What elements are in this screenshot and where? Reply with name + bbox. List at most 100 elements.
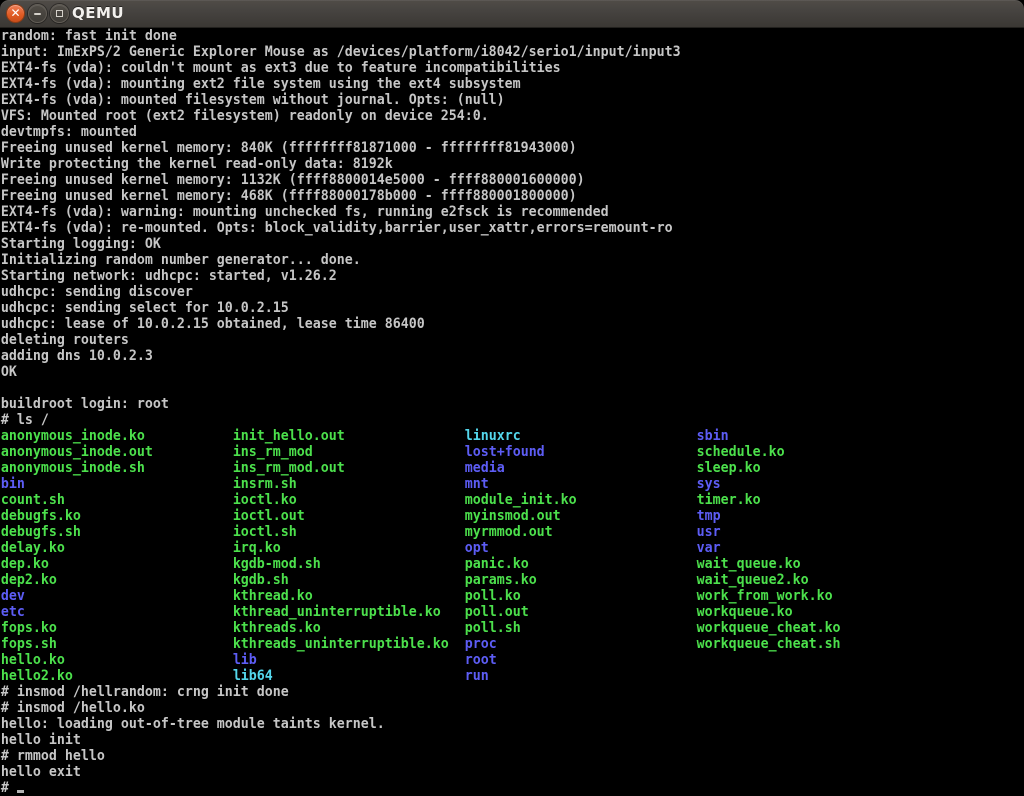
- ls-entry: mnt: [465, 475, 697, 492]
- terminal-line: # insmod /hello.ko: [1, 699, 145, 716]
- terminal-line: hello init: [1, 731, 81, 748]
- ls-entry: workqueue_cheat.ko: [697, 619, 841, 636]
- ls-entry: init_hello.out: [233, 427, 465, 444]
- ls-entry: kthread_uninterruptible.ko: [233, 603, 465, 620]
- minimize-icon: [34, 13, 41, 15]
- terminal-line: EXT4-fs (vda): mounted filesystem withou…: [1, 91, 505, 108]
- ls-entry: fops.ko: [1, 619, 233, 636]
- maximize-icon: [56, 10, 63, 17]
- ls-entry: lib64: [233, 667, 465, 684]
- terminal-line: Starting logging: OK: [1, 235, 161, 252]
- close-button[interactable]: ✕: [6, 4, 25, 23]
- terminal-line: hello exit: [1, 763, 81, 780]
- ls-entry: run: [465, 667, 489, 684]
- ls-entry: dep2.ko: [1, 571, 233, 588]
- ls-entry: ioctl.ko: [233, 491, 465, 508]
- terminal-line: hello: loading out-of-tree module taints…: [1, 715, 385, 732]
- ls-entry: poll.out: [465, 603, 697, 620]
- ls-entry: opt: [465, 539, 697, 556]
- ls-entry: kgdb-mod.sh: [233, 555, 465, 572]
- terminal-line: devtmpfs: mounted: [1, 123, 137, 140]
- ls-entry: ioctl.sh: [233, 523, 465, 540]
- ls-entry: linuxrc: [465, 427, 697, 444]
- terminal-line: OK: [1, 363, 17, 380]
- window-title: QEMU: [72, 0, 124, 28]
- ls-entry: insrm.sh: [233, 475, 465, 492]
- ls-entry: irq.ko: [233, 539, 465, 556]
- terminal-line: Freeing unused kernel memory: 1132K (fff…: [1, 171, 585, 188]
- ls-entry: bin: [1, 475, 233, 492]
- ls-entry: work_from_work.ko: [697, 587, 833, 604]
- ls-entry: hello.ko: [1, 651, 233, 668]
- ls-entry: lost+found: [465, 443, 697, 460]
- terminal-line: EXT4-fs (vda): mounting ext2 file system…: [1, 75, 521, 92]
- terminal-line: # ls /: [1, 411, 49, 428]
- ls-entry: var: [697, 539, 721, 556]
- terminal-line: EXT4-fs (vda): re-mounted. Opts: block_v…: [1, 219, 673, 236]
- ls-entry: anonymous_inode.ko: [1, 427, 233, 444]
- minimize-button[interactable]: [28, 4, 47, 23]
- ls-entry: media: [465, 459, 697, 476]
- terminal-line: random: fast init done: [1, 27, 177, 44]
- terminal-line: input: ImExPS/2 Generic Explorer Mouse a…: [1, 43, 681, 60]
- terminal-line: EXT4-fs (vda): couldn't mount as ext3 du…: [1, 59, 561, 76]
- ls-entry: ioctl.out: [233, 507, 465, 524]
- ls-entry: fops.sh: [1, 635, 233, 652]
- ls-entry: kthread.ko: [233, 587, 465, 604]
- ls-entry: etc: [1, 603, 233, 620]
- terminal-line: Write protecting the kernel read-only da…: [1, 155, 393, 172]
- ls-entry: timer.ko: [697, 491, 761, 508]
- ls-entry: kgdb.sh: [233, 571, 465, 588]
- ls-entry: ins_rm_mod.out: [233, 459, 465, 476]
- ls-entry: myrmmod.out: [465, 523, 697, 540]
- terminal-output: random: fast init done input: ImExPS/2 G…: [0, 28, 932, 796]
- terminal-line: udhcpc: lease of 10.0.2.15 obtained, lea…: [1, 315, 425, 332]
- terminal-line: # rmmod hello: [1, 747, 105, 764]
- ls-entry: ins_rm_mod: [233, 443, 465, 460]
- terminal-line: Starting network: udhcpc: started, v1.26…: [1, 267, 337, 284]
- ls-entry: hello2.ko: [1, 667, 233, 684]
- terminal-line: udhcpc: sending discover: [1, 283, 193, 300]
- terminal-line: deleting routers: [1, 331, 129, 348]
- ls-entry: sbin: [697, 427, 729, 444]
- maximize-button[interactable]: [50, 4, 69, 23]
- close-icon: ✕: [7, 5, 24, 22]
- ls-entry: panic.ko: [465, 555, 697, 572]
- terminal-line: buildroot login: root: [1, 395, 169, 412]
- ls-entry: schedule.ko: [697, 443, 785, 460]
- qemu-window: ✕ QEMU random: fast init done input: ImE…: [0, 0, 1024, 796]
- ls-entry: proc: [465, 635, 697, 652]
- ls-entry: module_init.ko: [465, 491, 697, 508]
- ls-entry: sys: [697, 475, 721, 492]
- titlebar[interactable]: ✕ QEMU: [0, 0, 1024, 28]
- ls-entry: wait_queue2.ko: [697, 571, 809, 588]
- terminal-line: Freeing unused kernel memory: 840K (ffff…: [1, 139, 577, 156]
- ls-entry: delay.ko: [1, 539, 233, 556]
- ls-entry: myinsmod.out: [465, 507, 697, 524]
- ls-entry: root: [465, 651, 497, 668]
- ls-entry: count.sh: [1, 491, 233, 508]
- terminal-cursor: [17, 790, 24, 793]
- ls-entry: dep.ko: [1, 555, 233, 572]
- ls-entry: anonymous_inode.out: [1, 443, 233, 460]
- terminal-line: VFS: Mounted root (ext2 filesystem) read…: [1, 107, 489, 124]
- shell-prompt: #: [1, 779, 17, 796]
- terminal-line: # insmod /hellrandom: crng init done: [1, 683, 289, 700]
- ls-entry: sleep.ko: [697, 459, 761, 476]
- ls-entry: kthreads_uninterruptible.ko: [233, 635, 465, 652]
- ls-entry: lib: [233, 651, 465, 668]
- ls-entry: wait_queue.ko: [697, 555, 801, 572]
- terminal-line: udhcpc: sending select for 10.0.2.15: [1, 299, 289, 316]
- terminal-line: adding dns 10.0.2.3: [1, 347, 153, 364]
- terminal-line: Initializing random number generator... …: [1, 251, 361, 268]
- terminal-screen[interactable]: random: fast init done input: ImExPS/2 G…: [0, 28, 1024, 796]
- ls-entry: debugfs.sh: [1, 523, 233, 540]
- ls-entry: debugfs.ko: [1, 507, 233, 524]
- ls-entry: dev: [1, 587, 233, 604]
- ls-entry: poll.sh: [465, 619, 697, 636]
- ls-entry: anonymous_inode.sh: [1, 459, 233, 476]
- ls-entry: tmp: [697, 507, 721, 524]
- ls-entry: poll.ko: [465, 587, 697, 604]
- ls-entry: workqueue.ko: [697, 603, 793, 620]
- ls-entry: params.ko: [465, 571, 697, 588]
